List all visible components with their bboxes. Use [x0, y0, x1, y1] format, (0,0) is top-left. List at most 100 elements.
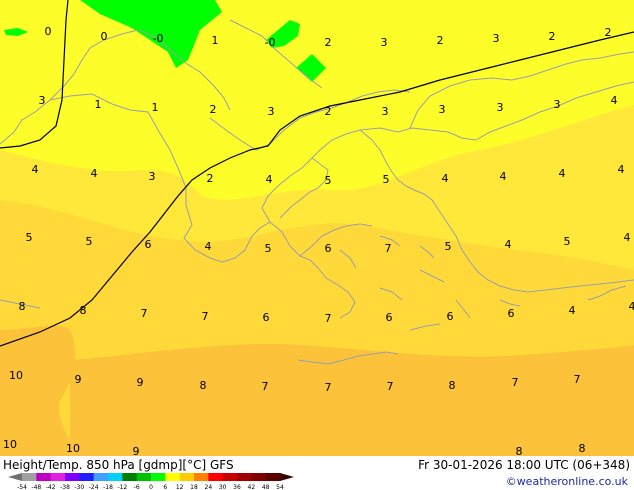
- temperature-label: 4: [500, 170, 507, 183]
- color-scale-tick: -54: [17, 484, 27, 490]
- temperature-label: 4: [442, 172, 449, 185]
- color-scale: -54 -48 -42 -38 -30 -24 -18 -12 -6 0 6 12 18 24 30 36 42…: [8, 473, 294, 490]
- temperature-label: 6: [447, 310, 454, 323]
- credit-link[interactable]: ©weatheronline.co.uk: [506, 475, 628, 488]
- color-scale-arrow-left: [8, 473, 22, 481]
- color-scale-tick: -30: [74, 484, 84, 490]
- color-scale-swatch: [93, 473, 109, 481]
- temperature-label: 7: [202, 310, 209, 323]
- temp-band-orange-south: [70, 343, 634, 456]
- temperature-label: 9: [137, 376, 144, 389]
- color-scale-swatch: [251, 473, 266, 481]
- temperature-label: 3: [554, 98, 561, 111]
- temperature-label: 9: [75, 373, 82, 386]
- color-scale-swatch: [50, 473, 66, 481]
- temperature-label: 6: [508, 307, 515, 320]
- temperature-label: 3: [382, 105, 389, 118]
- temperature-label: 4: [559, 167, 566, 180]
- color-scale-swatch: [165, 473, 180, 481]
- temperature-label: 2: [325, 105, 332, 118]
- temperature-label: 7: [574, 373, 581, 386]
- temperature-label: 1: [152, 101, 159, 114]
- color-scale-swatch: [122, 473, 137, 481]
- temperature-label: 6: [145, 238, 152, 251]
- temperature-label: 2: [325, 36, 332, 49]
- color-scale-swatch: [179, 473, 195, 481]
- color-scale-swatch: [22, 473, 37, 481]
- temperature-label: -0: [265, 36, 276, 49]
- temperature-label: 7: [262, 380, 269, 393]
- temperature-label: 9: [133, 445, 140, 456]
- color-scale-tick: 30: [219, 484, 227, 490]
- temperature-label: 5: [86, 235, 93, 248]
- color-scale-swatch: [36, 473, 51, 481]
- map-footer: Height/Temp. 850 hPa [gdmp][°C] GFS Fr 3…: [0, 456, 634, 490]
- temperature-label: 7: [141, 307, 148, 320]
- temperature-label: 4: [624, 231, 631, 244]
- color-scale-tick: 12: [176, 484, 184, 490]
- temperature-label: 2: [437, 34, 444, 47]
- temperature-label: 6: [263, 311, 270, 324]
- temperature-label: 6: [386, 311, 393, 324]
- product-title: Height/Temp. 850 hPa [gdmp][°C] GFS: [3, 458, 234, 472]
- color-scale-swatch: [265, 473, 281, 481]
- temperature-label: 10: [3, 438, 17, 451]
- color-scale-tick: -24: [89, 484, 99, 490]
- temperature-label: 7: [385, 242, 392, 255]
- color-scale-swatch: [151, 473, 166, 481]
- color-scale-tick: 18: [190, 484, 198, 490]
- color-scale-tick: 42: [248, 484, 256, 490]
- temperature-label: 10: [66, 442, 80, 455]
- temperature-label: 2: [605, 26, 612, 39]
- color-scale-tick: -18: [103, 484, 113, 490]
- color-scale-tick: 48: [262, 484, 270, 490]
- color-scale-swatch: [136, 473, 152, 481]
- temperature-label: 7: [325, 381, 332, 394]
- color-scale-swatch: [237, 473, 252, 481]
- temperature-label: 4: [91, 167, 98, 180]
- temperature-label: 5: [564, 235, 571, 248]
- temperature-label: 7: [512, 376, 519, 389]
- temperature-label: 2: [549, 30, 556, 43]
- temperature-label: 3: [497, 101, 504, 114]
- temperature-label: 8: [449, 379, 456, 392]
- temperature-label: 6: [325, 242, 332, 255]
- color-scale-tick: -42: [46, 484, 56, 490]
- color-scale-tick: 0: [149, 484, 153, 490]
- color-scale-tick: 6: [163, 484, 167, 490]
- temperature-label: 0: [101, 30, 108, 43]
- color-scale-swatch: [194, 473, 209, 481]
- temperature-label: 5: [383, 173, 390, 186]
- temperature-label: 8: [19, 300, 26, 313]
- temperature-label: 0: [45, 25, 52, 38]
- color-scale-tick: 54: [276, 484, 284, 490]
- weather-map: 0 0 -0 1 -0 2 3 2 3 2 2 3 1 1 2 3 2 3 3 3 3 4 4 4 3 2 4 5 5 4 4 4 4 5 5 6 4 5…: [0, 0, 634, 456]
- temperature-label: 4: [611, 94, 618, 107]
- temperature-label: 8: [516, 445, 523, 456]
- temperature-label: 5: [325, 174, 332, 187]
- temperature-label: 4: [618, 163, 625, 176]
- temperature-label: 7: [325, 312, 332, 325]
- run-info: Fr 30-01-2026 18:00 UTC (06+348): [418, 458, 630, 472]
- temperature-label: 1: [212, 34, 219, 47]
- temperature-label: 8: [579, 442, 586, 455]
- temperature-label: 3: [439, 103, 446, 116]
- temperature-label: 5: [265, 242, 272, 255]
- temperature-label: 4: [569, 304, 576, 317]
- color-scale-swatch: [208, 473, 223, 481]
- temperature-label: 3: [268, 105, 275, 118]
- color-scale-tick: 36: [233, 484, 241, 490]
- color-scale-tick: -6: [134, 484, 140, 490]
- temperature-label: 8: [80, 304, 87, 317]
- color-scale-swatch: [108, 473, 123, 481]
- color-scale-tick: -12: [117, 484, 127, 490]
- temperature-label: -0: [153, 32, 164, 45]
- temperature-label: 4: [32, 163, 39, 176]
- color-scale-swatch: [65, 473, 80, 481]
- temperature-label: 2: [210, 103, 217, 116]
- color-scale-tick: 24: [205, 484, 213, 490]
- color-scale-arrow-right: [280, 473, 294, 481]
- temperature-label: 4: [629, 300, 634, 313]
- color-scale-swatch: [222, 473, 238, 481]
- temperature-label: 2: [207, 172, 214, 185]
